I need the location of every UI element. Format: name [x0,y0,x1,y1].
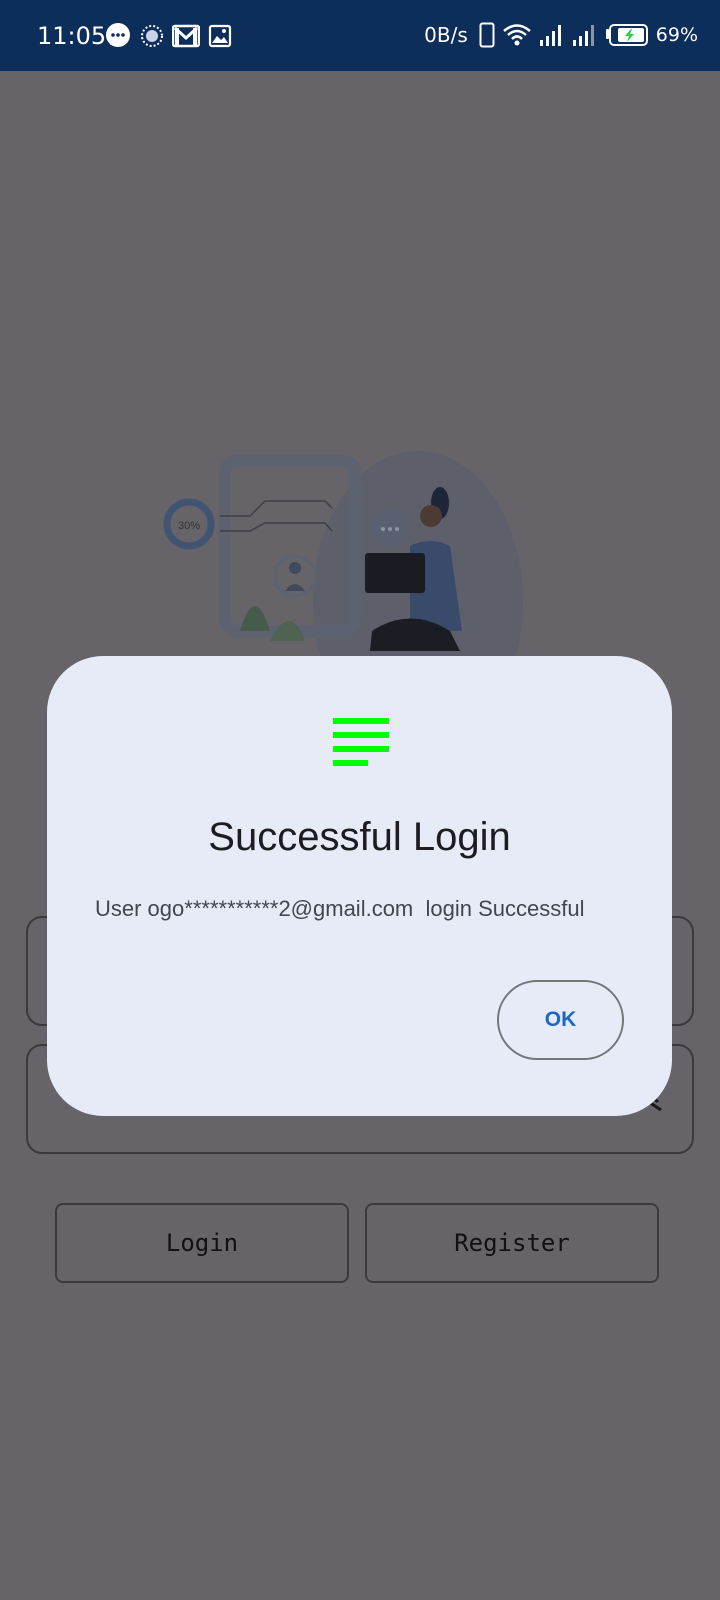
battery-charging-icon [605,24,648,46]
ok-button[interactable]: OK [497,980,624,1060]
success-dialog: Successful Login User ogo***********2@gm… [47,656,672,1116]
register-button[interactable]: Register [365,1203,659,1283]
menu-lines-icon [333,718,389,766]
gmail-icon [172,24,200,48]
dialog-title: Successful Login [208,815,511,859]
phone-icon [479,22,495,48]
dialog-message: User ogo***********2@gmail.com login Suc… [95,896,585,921]
progress-ring-label: 30% [178,520,200,532]
messages-icon [106,23,130,47]
wifi-icon [502,24,531,46]
gallery-icon [208,24,232,48]
status-right: 0B/s 69% [424,22,698,48]
status-time: 11:05 [37,22,107,50]
notification-icons [104,22,232,50]
login-button[interactable]: Login [55,1203,349,1283]
network-speed: 0B/s [424,23,468,47]
status-bar: 11:05 0B/s 69% [0,0,720,71]
signal-icon-2 [572,25,594,46]
battery-percent: 69% [655,24,698,46]
sync-icon [141,25,163,47]
signal-icon [539,25,561,46]
